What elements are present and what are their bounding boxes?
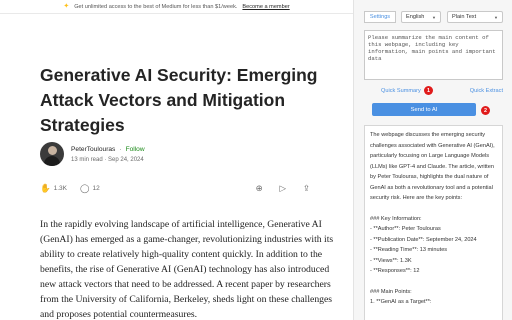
clap-icon[interactable]: ✋ — [40, 184, 51, 193]
key-info-line: - **Views**: 1.3K — [370, 257, 412, 264]
follow-button[interactable]: Follow — [126, 146, 145, 153]
article-actions: ✋ 1.3K ◯ 12 ⊕ ▷ ⇪ — [40, 180, 310, 196]
annotation-badge-2: 2 — [481, 106, 490, 115]
membership-banner: ✦ Get unlimited access to the best of Me… — [0, 0, 353, 14]
clap-count: 1.3K — [53, 184, 67, 192]
article-title: Generative AI Security: Emerging Attack … — [40, 65, 318, 135]
article-pane: ✦ Get unlimited access to the best of Me… — [0, 0, 353, 320]
publish-date: Sep 24, 2024 — [108, 156, 144, 163]
format-select[interactable]: Plain Text ▼ — [447, 11, 503, 23]
ai-response-box: The webpage discusses the emerging secur… — [364, 125, 503, 320]
listen-icon[interactable]: ▷ — [280, 183, 287, 193]
key-info-heading: ### Key Information: — [370, 215, 422, 222]
read-time: 13 min read — [71, 156, 103, 163]
key-info-line: - **Reading Time**: 13 minutes — [370, 247, 448, 253]
language-select[interactable]: English ▼ — [401, 11, 441, 23]
response-count: 12 — [92, 184, 100, 192]
prompt-textarea[interactable]: Please summarize the main content of thi… — [364, 30, 503, 80]
key-info-line: - **Author**: Peter Toulouras — [370, 226, 441, 232]
share-icon[interactable]: ⇪ — [303, 183, 310, 193]
language-value: English — [406, 14, 425, 20]
response-intro: The webpage discusses the emerging secur… — [370, 132, 495, 201]
extension-toolbar: Settings English ▼ Plain Text ▼ — [364, 11, 503, 23]
bookmark-icon[interactable]: ⊕ — [256, 183, 263, 193]
byline: PeterToulouras · Follow 13 min read · Se… — [40, 142, 145, 166]
main-points-heading: ### Main Points: — [370, 288, 412, 295]
chevron-down-icon: ▼ — [494, 14, 498, 20]
author-name[interactable]: PeterToulouras — [71, 146, 115, 153]
send-to-ai-button[interactable]: Send to AI — [372, 103, 476, 116]
chevron-down-icon: ▼ — [432, 14, 436, 20]
annotation-badge-1: 1 — [424, 86, 433, 95]
quick-summary-link[interactable]: Quick Summary — [381, 88, 421, 94]
main-point-1: 1. **GenAI as a Target**: — [370, 299, 432, 305]
format-value: Plain Text — [452, 14, 477, 20]
settings-tab[interactable]: Settings — [364, 11, 396, 23]
banner-text: Get unlimited access to the best of Medi… — [74, 3, 238, 10]
article-body: In the rapidly evolving landscape of art… — [40, 219, 334, 320]
quick-extract-link[interactable]: Quick Extract — [470, 88, 503, 94]
key-info-line: - **Publication Date**: September 24, 20… — [370, 236, 477, 243]
author-avatar[interactable] — [40, 142, 64, 166]
comment-icon[interactable]: ◯ — [80, 184, 90, 193]
key-info-line: - **Responses**: 12 — [370, 268, 420, 274]
ai-extension-panel: Settings English ▼ Plain Text ▼ Please s… — [353, 0, 512, 320]
quick-actions: Quick Summary 1 Quick Extract — [364, 86, 503, 98]
star-icon: ✦ — [63, 3, 70, 10]
become-member-link[interactable]: Become a member — [242, 4, 289, 10]
